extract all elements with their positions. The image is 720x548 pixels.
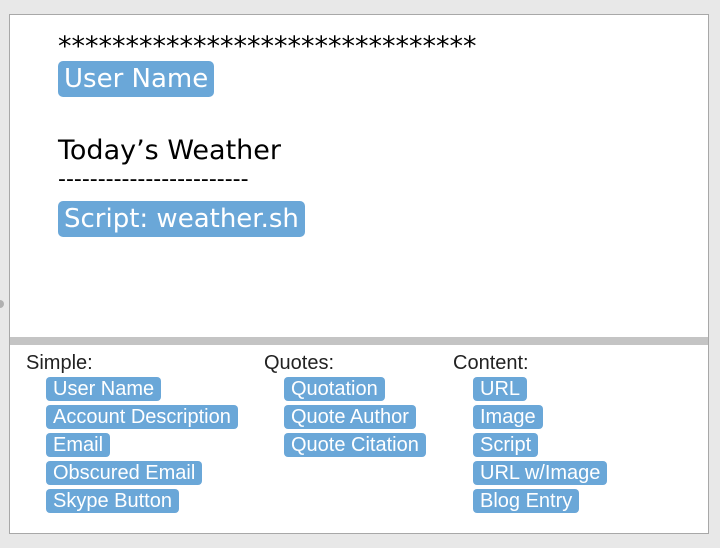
token-email[interactable]: Email <box>46 433 111 457</box>
template-editor-window: ******************************* User Nam… <box>9 14 709 534</box>
quotes-title: Quotes: <box>264 352 335 374</box>
token-palette: Simple: User Name Account Description Em… <box>10 345 708 533</box>
token-quote-citation[interactable]: Quote Citation <box>284 433 426 457</box>
token-url-with-image[interactable]: URL w/Image <box>473 461 608 485</box>
token-blog-entry[interactable]: Blog Entry <box>473 489 580 513</box>
split-divider[interactable] <box>10 337 708 345</box>
content-column: Content: URL Image Script URL w/Image Bl… <box>453 351 608 517</box>
simple-column: Simple: User Name Account Description Em… <box>26 351 238 517</box>
content-title: Content: <box>453 352 529 374</box>
quotes-column: Quotes: Quotation Quote Author Quote Cit… <box>264 351 426 461</box>
token-account-description[interactable]: Account Description <box>46 405 238 429</box>
token-script[interactable]: Script <box>473 433 539 457</box>
token-obscured-email[interactable]: Obscured Email <box>46 461 203 485</box>
token-user-name[interactable]: User Name <box>46 377 162 401</box>
token-url[interactable]: URL <box>473 377 528 401</box>
script-token[interactable]: Script: weather.sh <box>58 201 305 237</box>
token-quote-author[interactable]: Quote Author <box>284 405 416 429</box>
simple-title: Simple: <box>26 352 93 374</box>
weather-heading: Today’s Weather <box>58 135 282 166</box>
token-quotation[interactable]: Quotation <box>284 377 385 401</box>
template-editor[interactable]: ******************************* User Nam… <box>10 15 708 337</box>
token-image[interactable]: Image <box>473 405 543 429</box>
asterisk-line: ******************************* <box>58 31 477 62</box>
dash-line: ------------------------ <box>58 167 249 192</box>
resize-handle-icon[interactable] <box>0 300 4 308</box>
user-name-token[interactable]: User Name <box>58 61 215 97</box>
token-skype-button[interactable]: Skype Button <box>46 489 179 513</box>
